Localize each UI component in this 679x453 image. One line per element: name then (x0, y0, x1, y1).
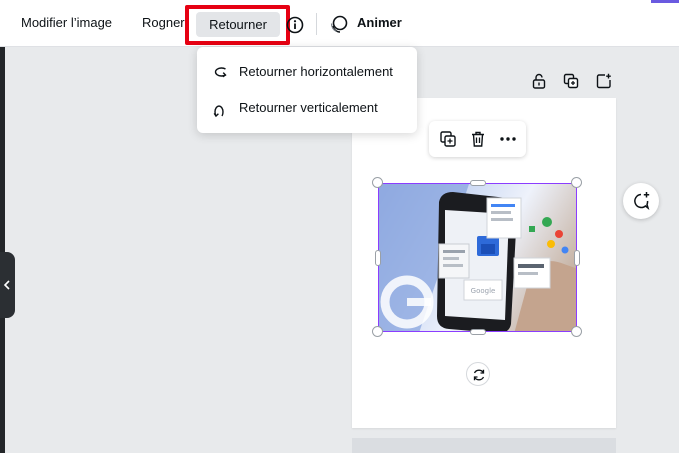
resize-handle-top[interactable] (470, 180, 486, 186)
more-icon[interactable] (499, 130, 517, 148)
info-icon[interactable] (286, 16, 304, 34)
top-toolbar: Modifier l’image Rogner Retourner Animer (0, 0, 679, 47)
chevron-left-icon (3, 280, 10, 290)
flip-horizontal-item[interactable]: Retourner horizontalement (197, 55, 417, 89)
lock-icon[interactable] (531, 73, 547, 89)
add-comment-button[interactable] (623, 183, 659, 219)
resize-handle-top-left[interactable] (372, 177, 383, 188)
add-page-icon[interactable] (596, 73, 612, 89)
flip-horizontal-label: Retourner horizontalement (239, 64, 393, 79)
edit-image-button[interactable]: Modifier l’image (21, 15, 112, 31)
flip-menu: Retourner horizontalement Retourner vert… (197, 47, 417, 133)
animate-icon[interactable] (329, 14, 349, 34)
add-comment-icon (634, 192, 650, 211)
left-side-panel (0, 47, 5, 453)
resize-handle-top-right[interactable] (571, 177, 582, 188)
flip-vertical-label: Retourner verticalement (239, 100, 378, 115)
next-page-preview (352, 438, 616, 453)
collapse-panel-button[interactable] (0, 252, 15, 318)
flip-horizontal-icon (214, 67, 227, 78)
resize-handle-left[interactable] (375, 250, 381, 266)
crop-button[interactable]: Rogner (142, 15, 185, 31)
resize-handle-bottom[interactable] (470, 329, 486, 335)
copy-icon[interactable] (439, 130, 457, 148)
resize-handle-right[interactable] (574, 250, 580, 266)
duplicate-page-icon[interactable] (563, 73, 579, 89)
toolbar-divider (316, 13, 317, 35)
resize-handle-bottom-left[interactable] (372, 326, 383, 337)
animate-button[interactable]: Animer (357, 15, 402, 31)
svg-text:Google: Google (471, 287, 496, 295)
image-phone-google: Google (379, 184, 576, 331)
flip-vertical-item[interactable]: Retourner verticalement (197, 91, 417, 125)
flip-button-highlight (185, 5, 290, 45)
rotate-button[interactable] (466, 362, 490, 386)
trash-icon[interactable] (469, 130, 487, 148)
element-toolbar (429, 121, 526, 157)
selected-image[interactable]: Google (378, 183, 577, 332)
resize-handle-bottom-right[interactable] (571, 326, 582, 337)
accent-strip (651, 0, 679, 3)
rotate-icon (473, 369, 485, 381)
flip-vertical-icon (213, 105, 224, 118)
